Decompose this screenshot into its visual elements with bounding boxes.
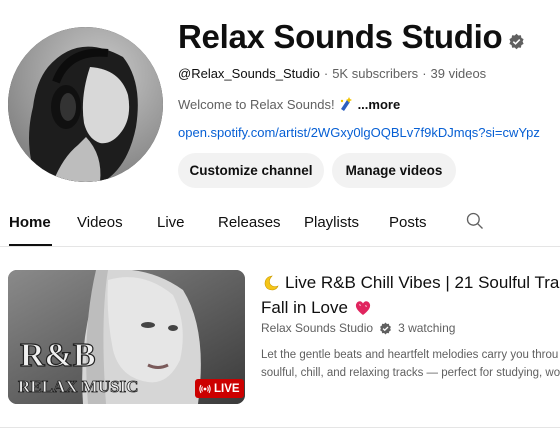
- featured-video-channel[interactable]: Relax Sounds Studio 3 watching: [261, 321, 455, 335]
- live-badge-label: LIVE: [214, 382, 240, 395]
- channel-description[interactable]: Welcome to Relax Sounds! ...more: [178, 96, 400, 112]
- sparkling-heart-icon: [355, 300, 371, 315]
- video-title-line2: Fall in Love: [261, 298, 348, 317]
- channel-external-link[interactable]: open.spotify.com/artist/2WGxy0lgOQBLv7f9…: [178, 125, 540, 140]
- active-tab-indicator: [9, 244, 52, 246]
- video-channel-name: Relax Sounds Studio: [261, 321, 374, 335]
- featured-video-title[interactable]: Live R&B Chill Vibes | 21 Soulful Tra Fa…: [261, 270, 560, 320]
- featured-video-description: Let the gentle beats and heartfelt melod…: [261, 346, 560, 382]
- verified-badge-icon: [380, 322, 391, 334]
- watching-count: 3 watching: [398, 321, 456, 335]
- live-badge: LIVE: [195, 379, 244, 398]
- tab-live[interactable]: Live: [157, 214, 185, 231]
- tab-home[interactable]: Home: [9, 214, 51, 231]
- channel-handle: @Relax_Sounds_Studio: [178, 66, 320, 81]
- video-title-line1: Live R&B Chill Vibes | 21 Soulful Tra: [285, 273, 560, 292]
- tab-posts[interactable]: Posts: [389, 214, 427, 231]
- video-desc-line2: soulful, chill, and relaxing tracks — pe…: [261, 367, 560, 379]
- video-desc-line1: Let the gentle beats and heartfelt melod…: [261, 349, 559, 361]
- channel-avatar[interactable]: [8, 27, 163, 182]
- featured-video-thumbnail[interactable]: R&B RELAX MUSIC LIVE: [8, 270, 245, 404]
- subscriber-count: 5K subscribers: [332, 66, 419, 81]
- channel-name: Relax Sounds Studio: [178, 18, 503, 55]
- video-count: 39 videos: [430, 66, 487, 81]
- tab-releases[interactable]: Releases: [218, 214, 281, 231]
- customize-channel-button[interactable]: Customize channel: [178, 153, 324, 188]
- tab-playlists[interactable]: Playlists: [304, 214, 359, 231]
- crescent-moon-icon: [264, 275, 279, 290]
- more-link[interactable]: ...more: [358, 97, 401, 112]
- sparkle-note-icon: [340, 97, 352, 111]
- description-text: Welcome to Relax Sounds!: [178, 96, 335, 112]
- channel-meta: @Relax_Sounds_Studio · 5K subscribers · 39 v…: [178, 66, 487, 81]
- section-divider: [0, 427, 560, 428]
- live-broadcast-icon: [199, 384, 211, 393]
- manage-videos-button[interactable]: Manage videos: [332, 153, 456, 188]
- thumbnail-title-text: R&B: [20, 337, 96, 374]
- thumbnail-subtitle-text: RELAX MUSIC: [18, 377, 138, 396]
- tab-videos[interactable]: Videos: [77, 214, 123, 231]
- search-icon[interactable]: [465, 211, 485, 231]
- verified-badge-icon: [509, 33, 524, 50]
